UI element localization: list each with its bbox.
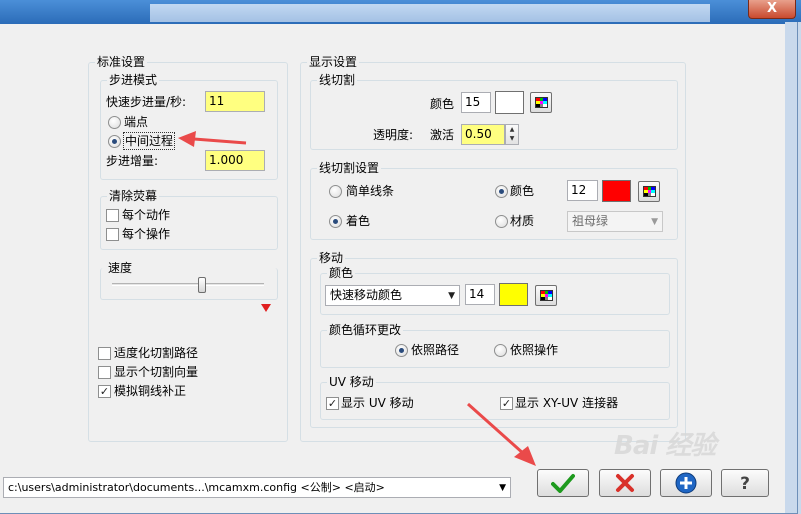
each-action-checkbox[interactable] — [106, 209, 119, 222]
show-xyuv-checkbox[interactable]: ✓ — [500, 397, 513, 410]
material-select-value: 祖母绿 — [572, 214, 609, 228]
show-vector-label: 显示个切割向量 — [114, 365, 199, 379]
config-path-value: c:\users\administrator\documents...\mcam… — [8, 481, 385, 494]
speed-slider-track[interactable] — [112, 283, 264, 286]
chevron-down-icon: ▼ — [448, 291, 455, 301]
step-increment-input[interactable]: 1.000 — [205, 150, 265, 171]
palette-icon — [643, 186, 656, 197]
standard-settings-title: 标准设置 — [95, 55, 148, 69]
fast-step-label: 快速步进量/秒: — [106, 95, 187, 109]
move-color-select[interactable]: 快速移动颜色 ▼ — [325, 285, 460, 306]
midpoint-radio[interactable] — [108, 135, 121, 148]
chevron-down-icon: ▼ — [651, 217, 658, 227]
by-path-radio[interactable] — [395, 344, 408, 357]
move-color-palette-button[interactable] — [535, 285, 557, 306]
apply-plus-icon — [675, 472, 697, 494]
show-uv-label: 显示 UV 移动 — [341, 396, 414, 410]
transparency-spinner[interactable]: ▲ ▼ — [505, 124, 519, 145]
wire-comp-label: 模拟铜线补正 — [114, 384, 187, 398]
wire-cut-color-input[interactable]: 15 — [461, 92, 491, 113]
fast-step-input[interactable]: 11 — [205, 91, 265, 112]
endpoint-label: 端点 — [124, 115, 149, 129]
color-cycle-title: 颜色循环更改 — [327, 323, 404, 337]
watermark: Bai 经验 — [614, 431, 716, 461]
title-bar-background — [150, 4, 710, 22]
help-button[interactable]: ? — [721, 469, 769, 497]
move-color-select-value: 快速移动颜色 — [330, 288, 403, 302]
close-button[interactable]: X — [748, 0, 796, 19]
show-uv-checkbox[interactable]: ✓ — [326, 397, 339, 410]
cancel-x-icon — [616, 474, 634, 492]
transparency-label: 透明度: — [373, 128, 414, 142]
transparency-input[interactable]: 0.50 — [461, 124, 505, 145]
config-path-select[interactable]: c:\users\administrator\documents...\mcam… — [3, 477, 511, 498]
midpoint-label: 中间过程 — [123, 132, 176, 150]
ok-button[interactable] — [537, 469, 589, 497]
checkmark-icon — [551, 474, 575, 493]
wire-cut-palette-button[interactable] — [530, 92, 552, 113]
chevron-down-icon: ▼ — [499, 483, 506, 493]
material-select[interactable]: 祖母绿 ▼ — [567, 211, 663, 232]
adaptive-path-label: 适度化切割路径 — [114, 346, 199, 360]
material-label: 材质 — [510, 214, 535, 228]
wire-color-radio[interactable] — [495, 185, 508, 198]
move-color-title: 颜色 — [327, 266, 356, 280]
move-title: 移动 — [317, 251, 346, 265]
shaded-label: 着色 — [346, 214, 371, 228]
shaded-radio[interactable] — [329, 215, 342, 228]
show-xyuv-label: 显示 XY-UV 连接器 — [515, 396, 619, 410]
by-path-label: 依照路径 — [411, 343, 460, 357]
by-operation-label: 依照操作 — [510, 343, 559, 357]
wire-color-input[interactable]: 12 — [567, 180, 598, 201]
palette-icon — [540, 290, 553, 301]
activate-label: 激活 — [430, 128, 455, 142]
apply-button[interactable] — [660, 469, 712, 497]
wire-comp-checkbox[interactable]: ✓ — [98, 385, 111, 398]
svg-text:?: ? — [740, 474, 750, 494]
palette-icon — [535, 97, 548, 108]
wire-cut-color-label: 颜色 — [430, 97, 455, 111]
red-marker-icon — [261, 304, 271, 312]
clear-screen-title: 清除荧幕 — [107, 189, 160, 203]
speed-title: 速度 — [106, 260, 135, 276]
simple-lines-radio[interactable] — [329, 185, 342, 198]
each-operation-checkbox[interactable] — [106, 228, 119, 241]
step-mode-title: 步进模式 — [107, 73, 160, 87]
endpoint-radio[interactable] — [108, 116, 121, 129]
wire-settings-title: 线切割设置 — [317, 161, 382, 175]
each-operation-label: 每个操作 — [122, 227, 171, 241]
wire-color-label: 颜色 — [510, 184, 535, 198]
each-action-label: 每个动作 — [122, 208, 171, 222]
wire-color-palette-button[interactable] — [638, 181, 660, 202]
show-vector-checkbox[interactable] — [98, 366, 111, 379]
move-color-input[interactable]: 14 — [465, 284, 495, 305]
wire-cut-color-swatch[interactable] — [495, 91, 524, 114]
help-icon: ? — [740, 474, 750, 494]
simple-lines-label: 简单线条 — [346, 184, 395, 198]
uv-move-title: UV 移动 — [327, 375, 376, 389]
cancel-button[interactable] — [599, 469, 651, 497]
speed-slider-thumb[interactable] — [198, 277, 207, 293]
material-radio[interactable] — [495, 215, 508, 228]
wire-color-swatch[interactable] — [602, 180, 631, 202]
by-operation-radio[interactable] — [494, 344, 507, 357]
wire-cut-title: 线切割 — [317, 73, 358, 87]
title-bar: X — [0, 0, 801, 24]
step-increment-label: 步进增量: — [106, 154, 159, 168]
move-color-swatch[interactable] — [499, 283, 528, 306]
adaptive-path-checkbox[interactable] — [98, 347, 111, 360]
display-settings-title: 显示设置 — [307, 55, 360, 69]
